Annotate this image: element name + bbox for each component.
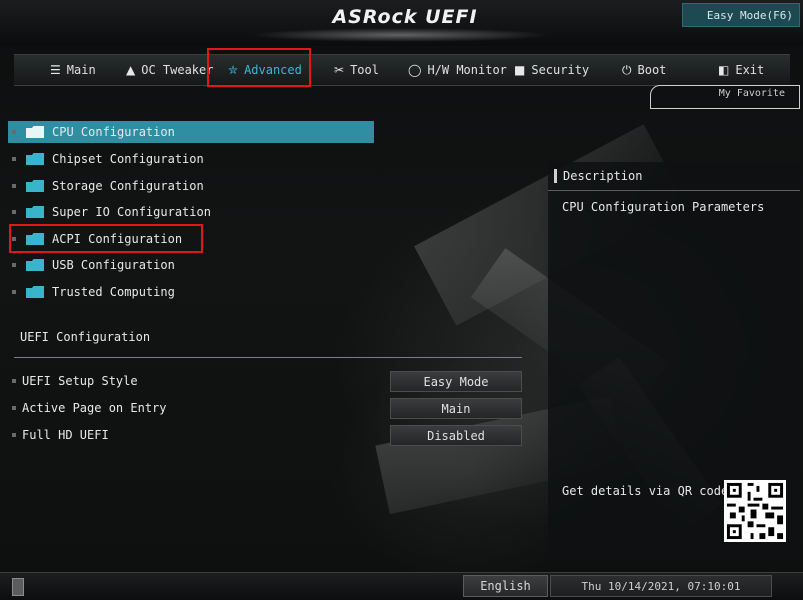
menu-item-label: Chipset Configuration <box>52 152 204 166</box>
description-panel: Description CPU Configuration Parameters… <box>548 162 800 560</box>
menu-item-label: USB Configuration <box>52 258 175 272</box>
tab-label: Tool <box>350 63 379 77</box>
shield-icon: ■ <box>514 63 526 77</box>
option-label-text: Full HD UEFI <box>22 428 109 442</box>
tools-icon: ✂ <box>334 63 345 77</box>
my-favorite-button[interactable]: My Favorite <box>650 85 800 109</box>
description-title: Description <box>563 169 643 183</box>
bullet-icon <box>12 379 16 383</box>
tab-main[interactable]: ☰ Main <box>50 55 96 85</box>
active-page-on-entry-value[interactable]: Main <box>390 398 522 419</box>
exit-icon: ◧ <box>718 63 730 77</box>
bullet-icon <box>12 237 16 241</box>
tab-label: Exit <box>735 63 765 77</box>
menu-item-label: Trusted Computing <box>52 285 175 299</box>
tab-security[interactable]: ■ Security <box>514 55 589 85</box>
bullet-icon <box>12 433 16 437</box>
language-button[interactable]: English <box>463 575 548 597</box>
option-label-active-page-on-entry[interactable]: Active Page on Entry <box>8 401 167 415</box>
bullet-icon <box>12 290 16 294</box>
tab-advanced[interactable]: ✮ Advanced <box>228 55 302 85</box>
tab-boot[interactable]: ⏻ Boot <box>622 55 666 85</box>
qr-caption: Get details via QR code <box>562 484 729 498</box>
tab-label: Boot <box>637 63 667 77</box>
menu-item-usb-configuration[interactable]: USB Configuration <box>8 254 374 276</box>
tab-label: Security <box>531 63 590 77</box>
menu-item-label: Super IO Configuration <box>52 205 211 219</box>
header-bar-icon <box>554 169 557 183</box>
bullet-icon <box>12 184 16 188</box>
qr-code-icon <box>724 480 786 542</box>
menu-item-label: CPU Configuration <box>52 125 175 139</box>
folder-icon <box>26 259 44 271</box>
scroll-handle[interactable] <box>12 578 24 596</box>
option-label-uefi-setup-style[interactable]: UEFI Setup Style <box>8 374 138 388</box>
tab-tool[interactable]: ✂ Tool <box>334 55 379 85</box>
tab-hw-monitor[interactable]: ◯ H/W Monitor <box>408 55 507 85</box>
date-time-display: Thu 10/14/2021, 07:10:01 <box>550 575 772 597</box>
menu-item-acpi-configuration[interactable]: ACPI Configuration <box>8 228 374 250</box>
folder-icon <box>26 126 44 138</box>
star-icon: ✮ <box>228 63 239 77</box>
tab-label: H/W Monitor <box>427 63 507 77</box>
tab-label: OC Tweaker <box>141 63 214 77</box>
folder-icon <box>26 286 44 298</box>
folder-icon <box>26 153 44 165</box>
list-icon: ☰ <box>50 63 61 77</box>
option-label-full-hd-uefi[interactable]: Full HD UEFI <box>8 428 109 442</box>
option-label-text: Active Page on Entry <box>22 401 167 415</box>
monitor-icon: ◯ <box>408 63 422 77</box>
uefi-setup-style-value[interactable]: Easy Mode <box>390 371 522 392</box>
description-text: CPU Configuration Parameters <box>562 200 765 214</box>
bullet-icon <box>12 210 16 214</box>
menu-item-chipset-configuration[interactable]: Chipset Configuration <box>8 148 374 170</box>
bullet-icon <box>12 263 16 267</box>
tab-oc-tweaker[interactable]: ▲ OC Tweaker <box>126 55 213 85</box>
section-divider <box>14 357 522 358</box>
full-hd-uefi-value[interactable]: Disabled <box>390 425 522 446</box>
easy-mode-button[interactable]: Easy Mode(F6) <box>682 3 800 27</box>
uefi-configuration-title: UEFI Configuration <box>20 330 151 344</box>
uefi-screen: ASRock UEFI Easy Mode(F6) ☰ Main ▲ OC Tw… <box>0 0 803 600</box>
menu-item-trusted-computing[interactable]: Trusted Computing <box>8 281 374 303</box>
bullet-icon <box>12 130 16 134</box>
menu-item-super-io-configuration[interactable]: Super IO Configuration <box>8 201 374 223</box>
folder-icon <box>26 206 44 218</box>
tab-label: Advanced <box>244 63 302 77</box>
power-icon: ⏻ <box>622 62 632 77</box>
bullet-icon <box>12 157 16 161</box>
tab-bar: ☰ Main ▲ OC Tweaker ✮ Advanced ✂ Tool ◯ … <box>14 54 790 86</box>
menu-item-label: Storage Configuration <box>52 179 204 193</box>
option-label-text: UEFI Setup Style <box>22 374 138 388</box>
menu-item-label: ACPI Configuration <box>52 232 183 246</box>
tab-label: Main <box>66 63 96 77</box>
bullet-icon <box>12 406 16 410</box>
asrock-uefi-logo: ASRock UEFI <box>332 6 478 28</box>
folder-icon <box>26 180 44 192</box>
menu-item-cpu-configuration[interactable]: CPU Configuration <box>8 121 374 143</box>
menu-item-storage-configuration[interactable]: Storage Configuration <box>8 175 374 197</box>
description-header: Description <box>548 162 800 191</box>
rocket-icon: ▲ <box>126 63 136 77</box>
folder-icon <box>26 233 44 245</box>
tab-exit[interactable]: ◧ Exit <box>718 55 764 85</box>
